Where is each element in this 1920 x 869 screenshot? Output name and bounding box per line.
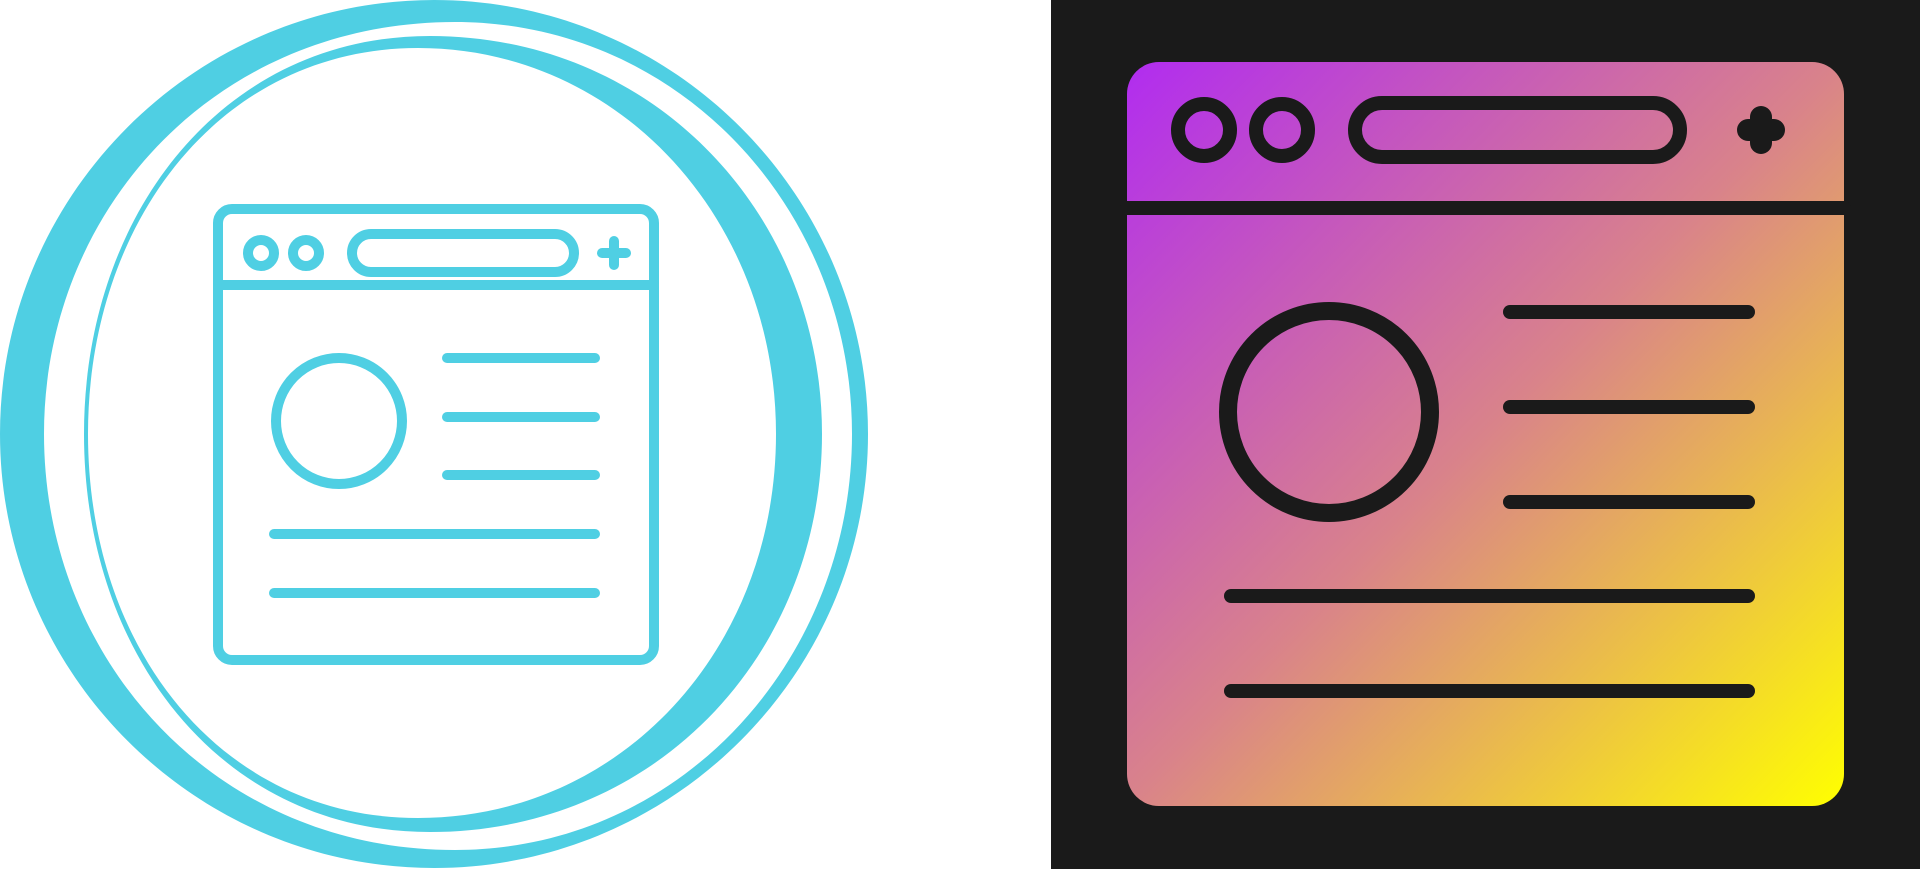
window-dot-icon <box>243 235 279 271</box>
address-bar-icon <box>347 229 579 277</box>
swirl-ring-icon <box>0 0 868 868</box>
window-dot-icon <box>288 235 324 271</box>
left-icon-panel <box>0 0 1051 869</box>
browser-window-gradient-icon <box>1051 0 1920 869</box>
right-icon-panel <box>1051 0 1920 869</box>
image-placeholder-icon <box>271 353 407 489</box>
browser-window-outline <box>213 204 659 665</box>
browser-window-line-icon <box>0 0 868 868</box>
icon-comparison-canvas <box>0 0 1920 869</box>
